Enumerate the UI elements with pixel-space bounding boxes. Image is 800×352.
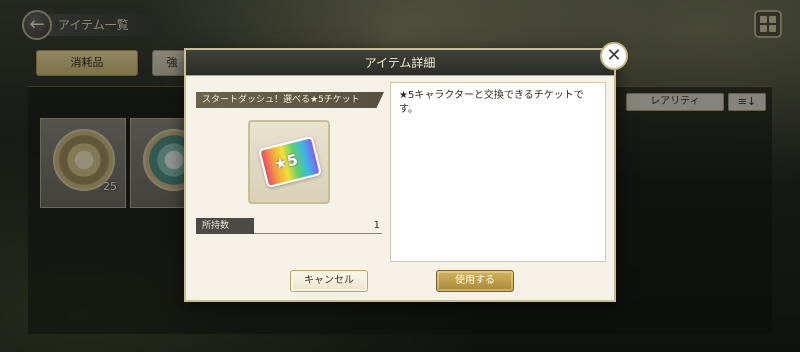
item-image-frame: ★5	[248, 120, 330, 204]
ticket-rarity-text: ★5	[272, 150, 300, 174]
dialog-title: アイテム詳細	[186, 50, 614, 76]
cancel-button[interactable]: キャンセル	[290, 270, 368, 292]
item-description: ★5キャラクターと交換できるチケットです。	[390, 82, 606, 262]
use-button[interactable]: 使用する	[436, 270, 514, 292]
owned-count-value: 1	[373, 220, 380, 231]
close-icon[interactable]: ✕	[600, 42, 628, 70]
item-detail-dialog: アイテム詳細 ✕ スタートダッシュ！選べる★5チケット ★5 所持数 1 ★5キ…	[184, 42, 628, 302]
owned-count-row: 所持数 1	[196, 218, 382, 234]
owned-count-label: 所持数	[196, 218, 254, 234]
ticket-icon: ★5	[257, 135, 323, 189]
item-name: スタートダッシュ！選べる★5チケット	[196, 92, 384, 108]
